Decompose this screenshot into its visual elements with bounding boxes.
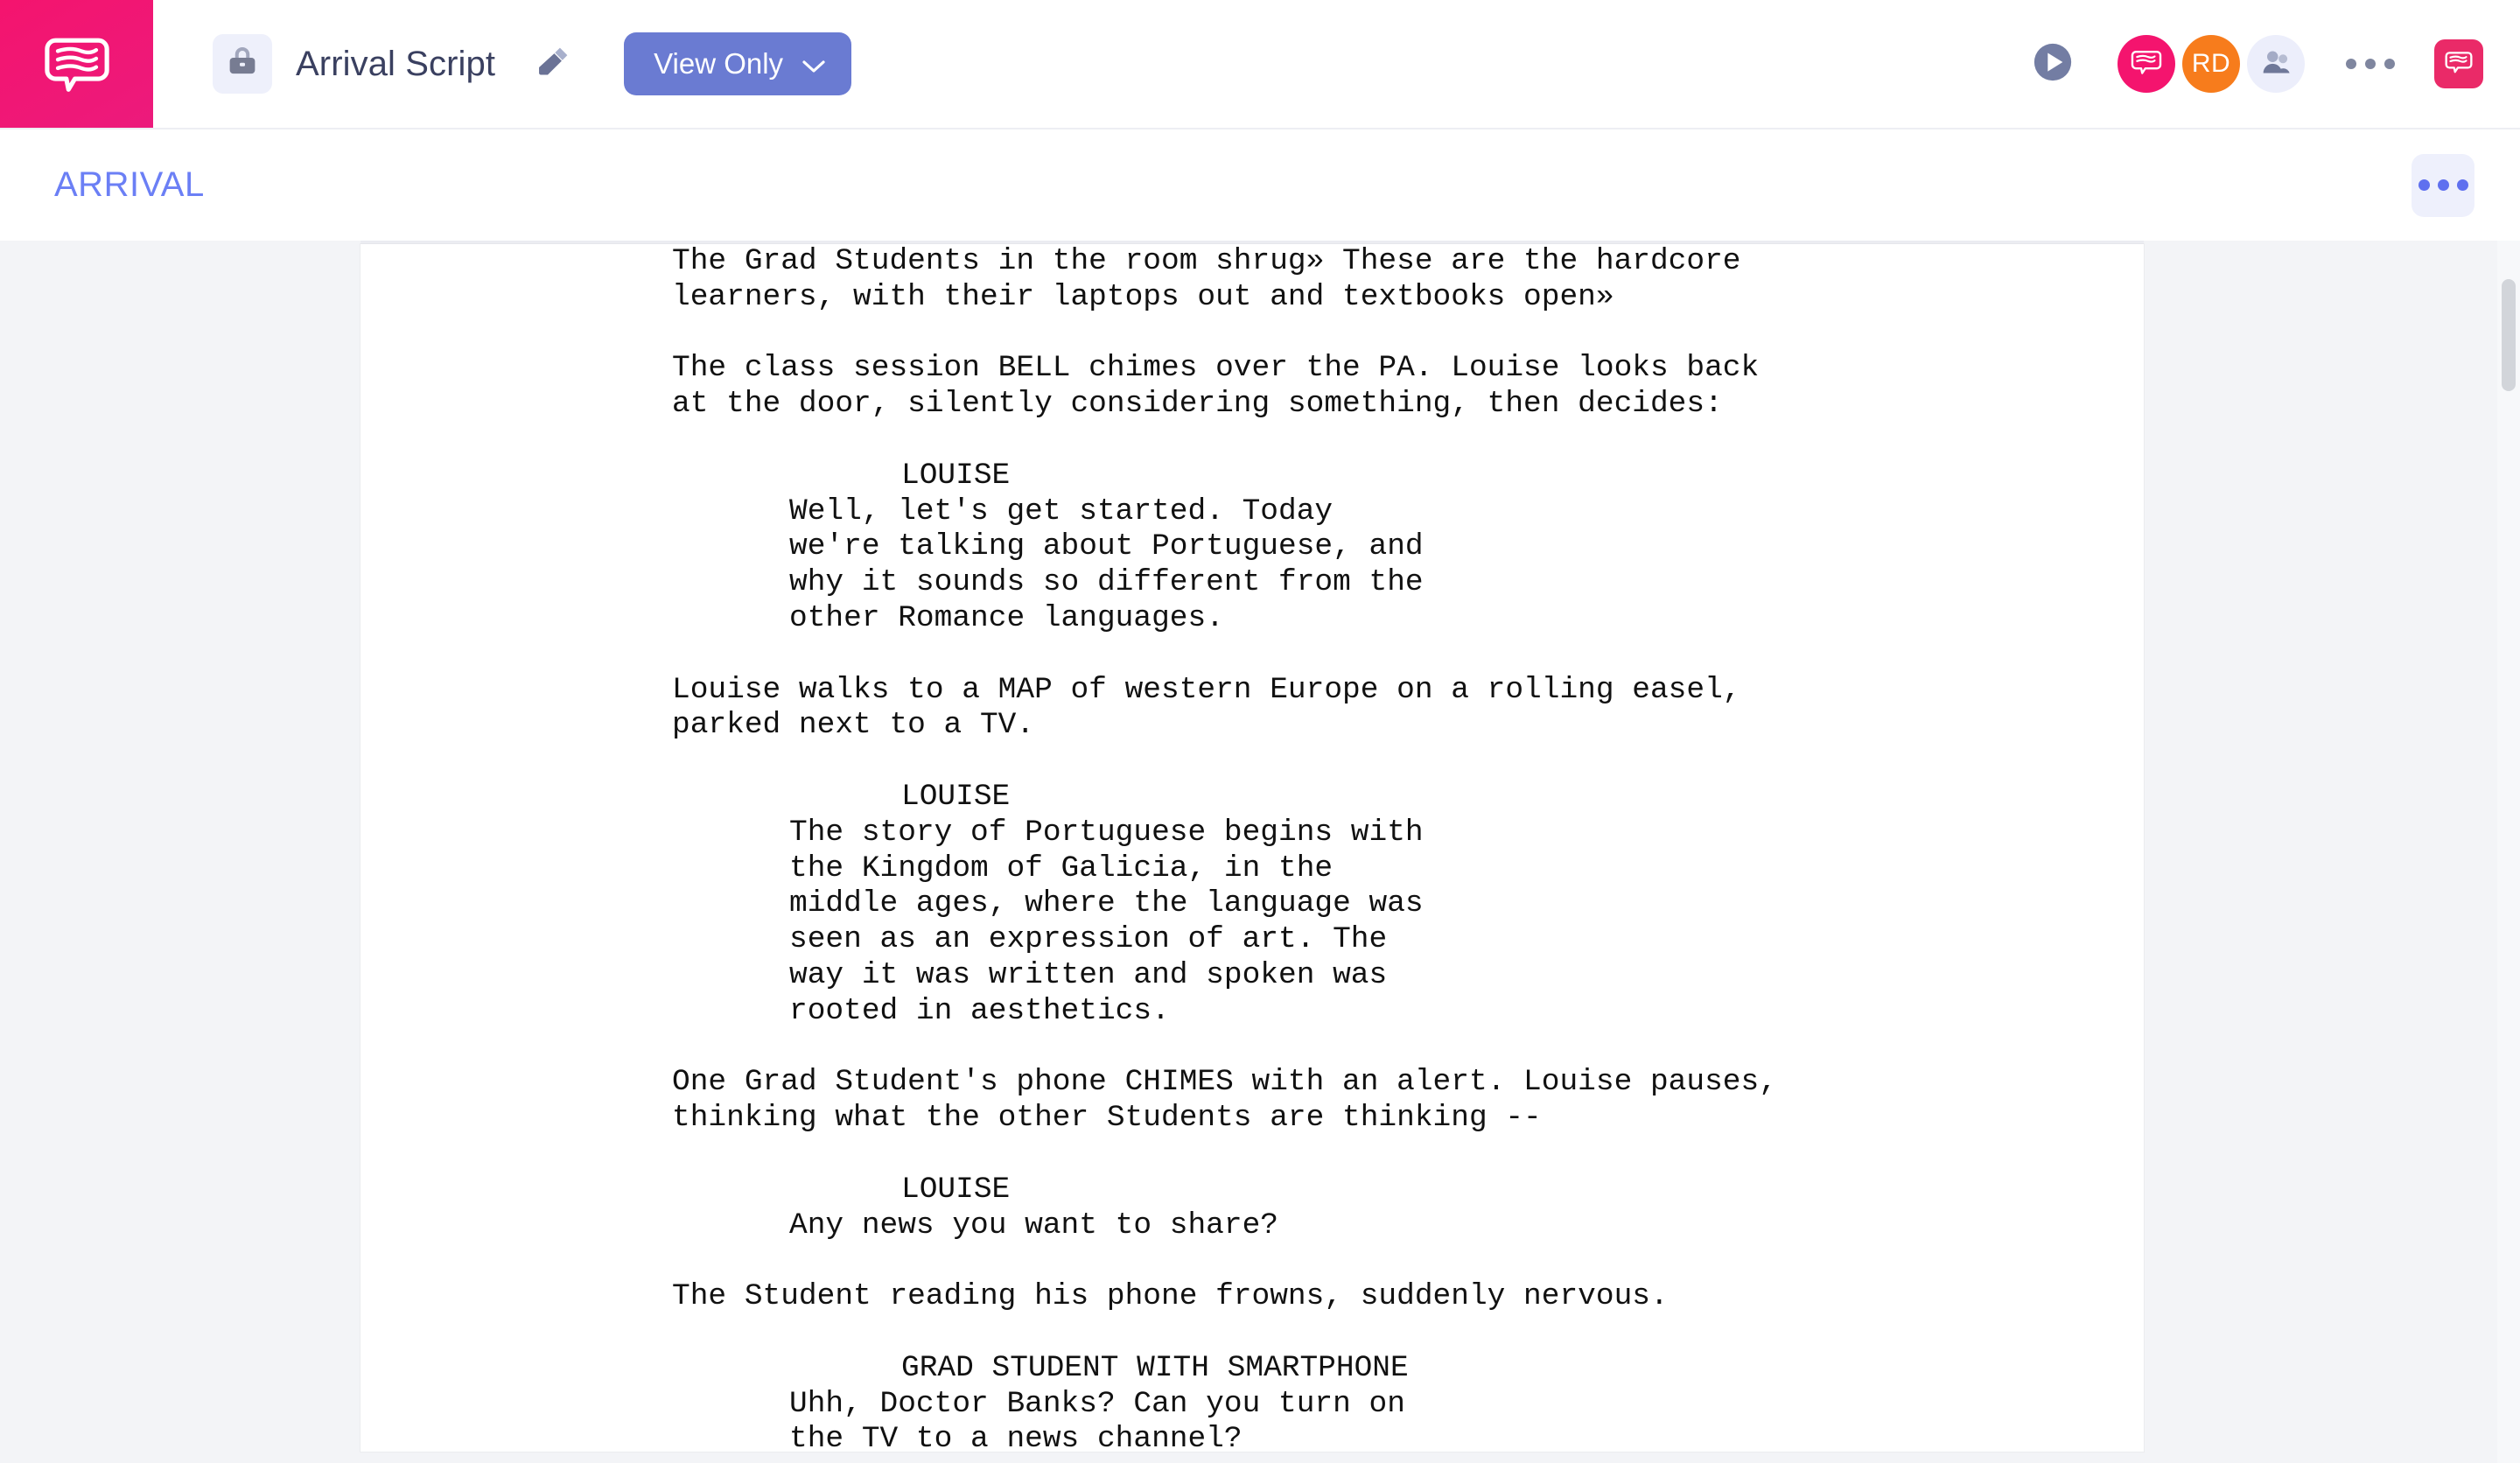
briefcase-icon bbox=[225, 45, 260, 84]
play-circle-icon bbox=[2030, 39, 2076, 89]
script-line-spacer bbox=[360, 1243, 2144, 1279]
script-name-label[interactable]: ARRIVAL bbox=[54, 165, 205, 205]
script-line-action: The Grad Students in the room shrug» The… bbox=[672, 244, 1741, 278]
script-page[interactable]: The Grad Students in the room shrug» The… bbox=[360, 244, 2144, 1452]
script-editor-area: The Grad Students in the room shrug» The… bbox=[0, 241, 2520, 1463]
three-dots-icon bbox=[2456, 179, 2468, 191]
document-type-icon-box[interactable] bbox=[213, 34, 272, 94]
script-line-dialogue: Any news you want to share? bbox=[789, 1208, 1278, 1242]
avatar-initials: RD bbox=[2191, 49, 2231, 78]
script-line-dialogue: why it sounds so different from the bbox=[789, 565, 1424, 600]
people-icon bbox=[2258, 45, 2293, 84]
three-dots-icon bbox=[2384, 59, 2395, 69]
script-line-action: at the door, silently considering someth… bbox=[672, 387, 1723, 422]
script-line-charname: GRAD STUDENT WITH SMARTPHONE bbox=[901, 1350, 1409, 1385]
scrollbar-thumb[interactable] bbox=[2502, 279, 2516, 391]
script-line-dialogue: other Romance languages. bbox=[789, 600, 1224, 635]
script-line-dialogue: rooted in aesthetics. bbox=[789, 993, 1170, 1028]
script-line-dialogue: The story of Portuguese begins with bbox=[789, 815, 1424, 850]
script-line-dialogue: way it was written and spoken was bbox=[789, 957, 1388, 992]
top-bar: Arrival Script View Only RD bbox=[0, 0, 2520, 130]
script-line-dialogue: middle ages, where the language was bbox=[789, 886, 1424, 921]
script-line-action: The class session BELL chimes over the P… bbox=[672, 351, 1760, 386]
script-line-dialogue: the Kingdom of Galicia, in the bbox=[789, 850, 1334, 886]
script-line-dialogue: seen as an expression of art. The bbox=[789, 922, 1388, 957]
view-only-button[interactable]: View Only bbox=[624, 32, 852, 95]
script-line-dialogue: Uhh, Doctor Banks? Can you turn on bbox=[789, 1386, 1405, 1421]
pencil-icon bbox=[533, 42, 573, 87]
script-line-charname: LOUISE bbox=[901, 458, 1011, 493]
script-line-dialogue: the TV to a news channel? bbox=[789, 1422, 1242, 1452]
script-line-spacer bbox=[360, 316, 2144, 352]
avatar[interactable]: RD bbox=[2182, 35, 2240, 93]
vertical-scrollbar[interactable] bbox=[2497, 241, 2520, 1463]
script-line-action: One Grad Student's phone CHIMES with an … bbox=[672, 1065, 1777, 1100]
script-line-dialogue: we're talking about Portuguese, and bbox=[789, 529, 1424, 564]
collaborators-button[interactable] bbox=[2247, 35, 2305, 93]
script-line-spacer bbox=[360, 744, 2144, 780]
script-line-spacer bbox=[360, 1137, 2144, 1172]
script-line-action: parked next to a TV. bbox=[672, 708, 1035, 743]
three-dots-icon bbox=[2437, 179, 2449, 191]
script-line-spacer bbox=[360, 637, 2144, 673]
avatar[interactable] bbox=[2118, 35, 2175, 93]
script-body[interactable]: The Grad Students in the room shrug» The… bbox=[360, 244, 2144, 1452]
edit-title-button[interactable] bbox=[530, 41, 576, 87]
three-dots-icon bbox=[2365, 59, 2376, 69]
topbar-more-menu-button[interactable] bbox=[2340, 39, 2401, 88]
script-line-dialogue: Well, let's get started. Today bbox=[789, 494, 1334, 528]
speech-bubble-logo-icon bbox=[2130, 46, 2163, 83]
script-line-action: thinking what the other Students are thi… bbox=[672, 1101, 1542, 1136]
app-badge-button[interactable] bbox=[2434, 39, 2483, 88]
three-dots-icon bbox=[2418, 179, 2430, 191]
script-line-spacer bbox=[360, 1030, 2144, 1066]
script-line-action: learners, with their laptops out and tex… bbox=[672, 279, 1614, 314]
three-dots-icon bbox=[2346, 59, 2356, 69]
document-title: Arrival Script bbox=[296, 44, 496, 83]
play-script-button[interactable] bbox=[2028, 39, 2077, 88]
app-logo-block[interactable] bbox=[0, 0, 153, 128]
chevron-down-icon bbox=[802, 47, 825, 80]
speech-bubble-logo-icon bbox=[2444, 47, 2474, 81]
script-line-charname: LOUISE bbox=[901, 779, 1011, 814]
script-line-spacer bbox=[360, 423, 2144, 458]
speech-bubble-logo-icon bbox=[43, 30, 111, 98]
view-only-label: View Only bbox=[654, 47, 784, 80]
script-line-charname: LOUISE bbox=[901, 1172, 1011, 1207]
script-line-action: The Student reading his phone frowns, su… bbox=[672, 1279, 1669, 1314]
script-line-spacer bbox=[360, 1315, 2144, 1351]
script-line-action: Louise walks to a MAP of western Europe … bbox=[672, 672, 1741, 707]
script-options-button[interactable] bbox=[2412, 153, 2474, 217]
script-sub-bar: ARRIVAL bbox=[0, 130, 2520, 241]
